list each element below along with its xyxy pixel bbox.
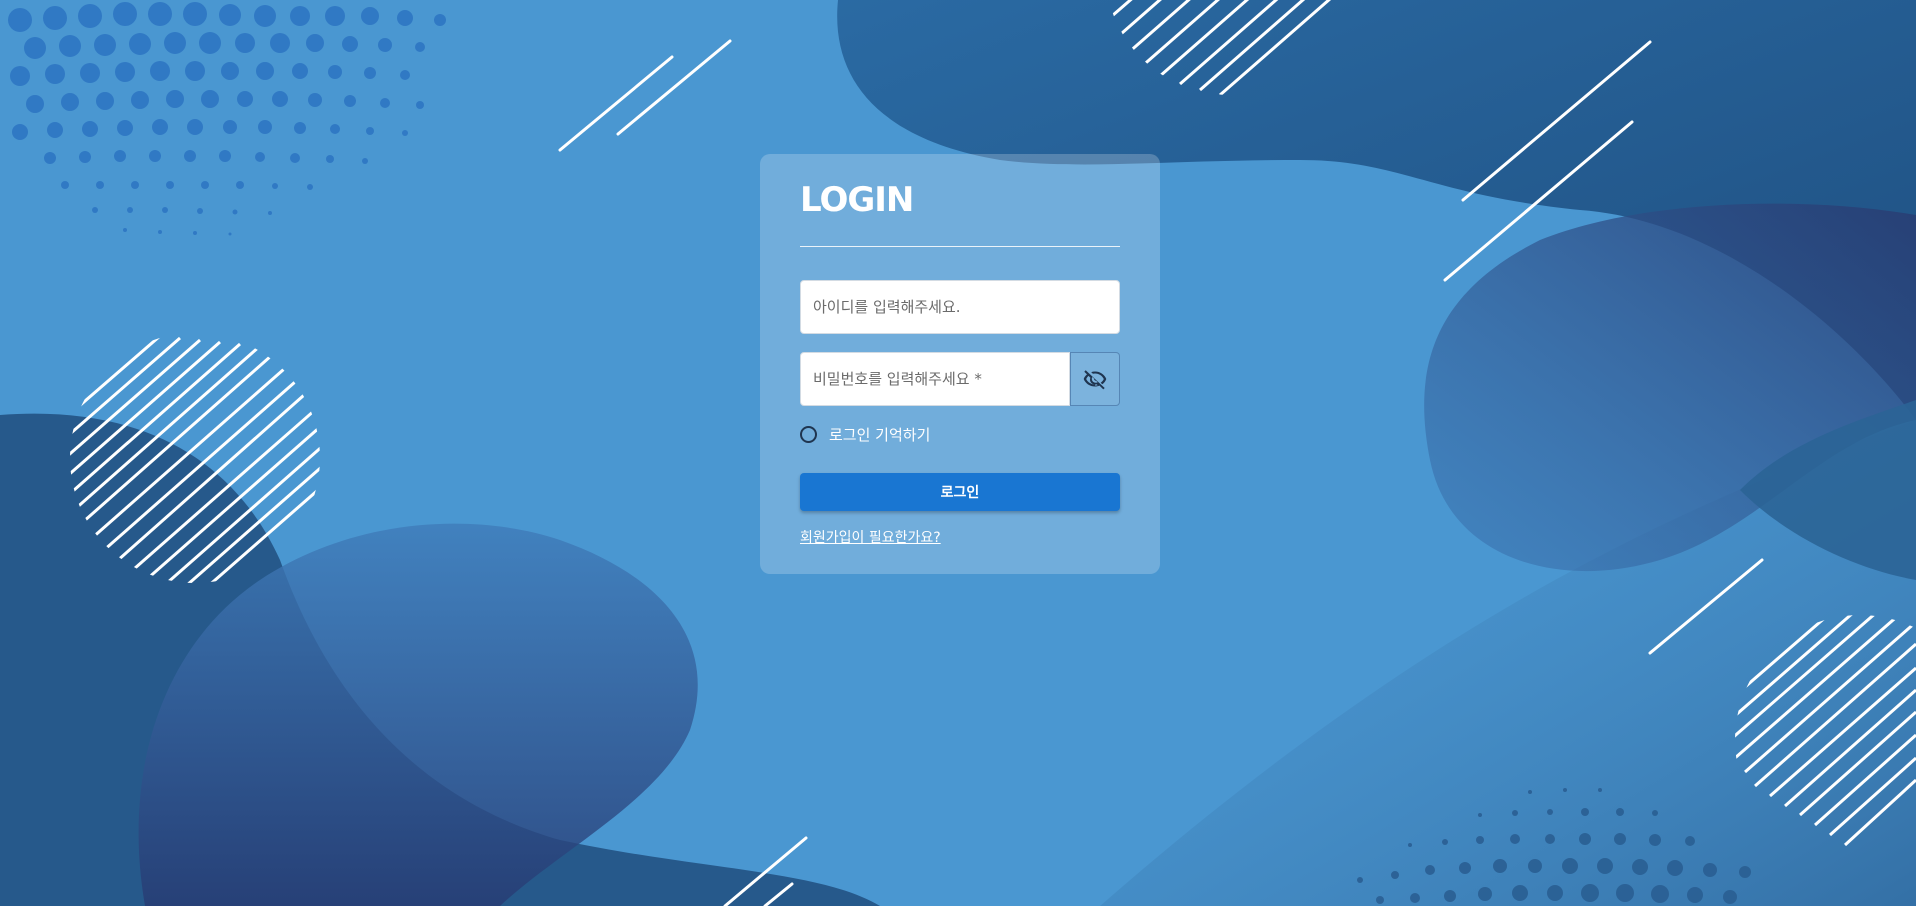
id-field[interactable] xyxy=(800,280,1120,334)
password-field[interactable] xyxy=(800,352,1070,406)
password-input[interactable] xyxy=(801,353,1069,405)
login-card: LOGIN 로그인 기억하기 로그인 회원가입이 필요한가요? xyxy=(760,154,1160,574)
login-page: LOGIN 로그인 기억하기 로그인 회원가입이 필요한가요? xyxy=(0,0,1916,906)
login-button[interactable]: 로그인 xyxy=(800,473,1120,511)
eye-off-icon xyxy=(1083,370,1107,390)
remember-radio[interactable] xyxy=(800,426,817,443)
id-input[interactable] xyxy=(801,281,1119,333)
login-title: LOGIN xyxy=(800,180,914,220)
signup-link[interactable]: 회원가입이 필요한가요? xyxy=(800,527,941,547)
remember-label: 로그인 기억하기 xyxy=(829,426,931,444)
password-visibility-toggle[interactable] xyxy=(1070,352,1120,406)
remember-login-option[interactable]: 로그인 기억하기 xyxy=(800,424,930,445)
title-divider xyxy=(800,246,1120,247)
